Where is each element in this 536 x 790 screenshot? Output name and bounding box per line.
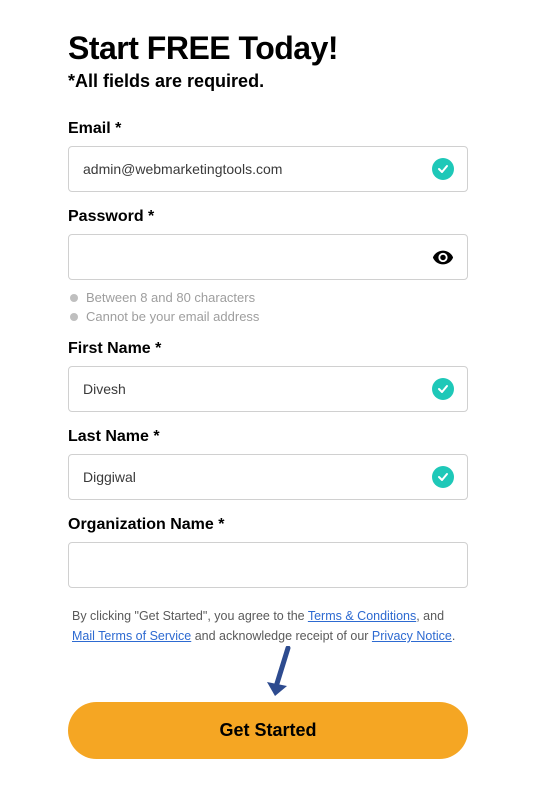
organization-input-wrapper xyxy=(68,542,468,588)
first-name-field-group: First Name * xyxy=(68,340,468,412)
legal-mid1: , and xyxy=(416,609,444,623)
terms-link[interactable]: Terms & Conditions xyxy=(308,609,416,623)
email-field-group: Email * xyxy=(68,120,468,192)
last-name-label: Last Name * xyxy=(68,428,468,446)
legal-mid2: and acknowledge receipt of our xyxy=(191,629,372,643)
check-icon xyxy=(432,378,454,400)
email-input[interactable] xyxy=(68,146,468,192)
requirement-text: Cannot be your email address xyxy=(86,309,259,324)
password-requirement-item: Cannot be your email address xyxy=(70,309,468,324)
organization-input[interactable] xyxy=(68,542,468,588)
legal-prefix: By clicking "Get Started", you agree to … xyxy=(72,609,308,623)
email-label: Email * xyxy=(68,120,468,138)
password-field-group: Password * Between 8 and 80 characters C… xyxy=(68,208,468,324)
organization-label: Organization Name * xyxy=(68,516,468,534)
mail-terms-link[interactable]: Mail Terms of Service xyxy=(72,629,191,643)
last-name-input[interactable] xyxy=(68,454,468,500)
requirement-dot-icon xyxy=(70,294,78,302)
requirement-text: Between 8 and 80 characters xyxy=(86,290,255,305)
email-valid-icon xyxy=(432,158,454,180)
legal-suffix: . xyxy=(452,629,455,643)
first-name-input-wrapper xyxy=(68,366,468,412)
show-password-toggle[interactable] xyxy=(432,246,454,268)
requirement-dot-icon xyxy=(70,313,78,321)
privacy-link[interactable]: Privacy Notice xyxy=(372,629,452,643)
first-name-valid-icon xyxy=(432,378,454,400)
password-requirement-item: Between 8 and 80 characters xyxy=(70,290,468,305)
password-label: Password * xyxy=(68,208,468,226)
first-name-label: First Name * xyxy=(68,340,468,358)
password-input[interactable] xyxy=(68,234,468,280)
check-icon xyxy=(432,466,454,488)
legal-text: By clicking "Get Started", you agree to … xyxy=(68,606,468,646)
last-name-valid-icon xyxy=(432,466,454,488)
page-heading: Start FREE Today! xyxy=(68,30,468,67)
password-input-wrapper xyxy=(68,234,468,280)
password-requirements: Between 8 and 80 characters Cannot be yo… xyxy=(68,290,468,324)
get-started-button[interactable]: Get Started xyxy=(68,702,468,759)
first-name-input[interactable] xyxy=(68,366,468,412)
page-subheading: *All fields are required. xyxy=(68,71,468,92)
organization-field-group: Organization Name * xyxy=(68,516,468,588)
last-name-field-group: Last Name * xyxy=(68,428,468,500)
check-icon xyxy=(432,158,454,180)
last-name-input-wrapper xyxy=(68,454,468,500)
email-input-wrapper xyxy=(68,146,468,192)
